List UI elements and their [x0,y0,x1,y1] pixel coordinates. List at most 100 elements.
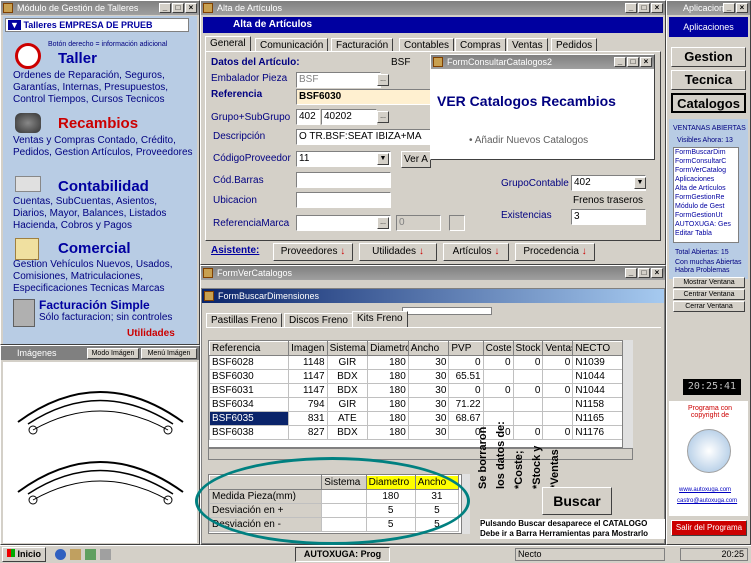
salir-button[interactable]: Salir del Programa [671,520,747,536]
close-button[interactable]: × [736,3,748,13]
referencia-field[interactable]: BSF6030 [296,89,431,105]
menu-imagen-button[interactable]: Menú Imágen [141,348,197,359]
column-header[interactable]: Ancho [407,341,450,356]
ventana-list-item[interactable]: AUTOXUGA: Ges [674,220,738,229]
column-header[interactable]: Coste [482,341,514,356]
tab-pedidos[interactable]: Pedidos [551,38,598,52]
ventana-list-item[interactable]: FormConsultarC [674,157,738,166]
descripcion-field[interactable]: O TR.BSF:SEAT IBIZA+MA [296,129,431,145]
tab-discos-freno[interactable]: Discos Freno [284,313,353,327]
ventana-list-item[interactable]: Módulo de Gest [674,202,738,211]
tab-comunicación[interactable]: Comunicación [255,38,329,52]
table-row[interactable]: BSF6028 1148 GIR 180 30 0 0 0 0 N1039 [209,355,622,370]
asistente-button-1[interactable]: Utilidades ↓ [359,243,437,261]
embalador-field[interactable]: BSF [296,72,381,88]
ventana-list-item[interactable]: FormGestionUt [674,211,738,220]
facturacion-title[interactable]: Facturación Simple [39,298,150,312]
ventana-list-item[interactable]: FormGestionRe [674,193,738,202]
start-button[interactable]: Inicio [2,547,46,562]
minimize-button[interactable]: _ [159,3,171,13]
results-scrollbar[interactable] [623,340,633,448]
tab-pastillas-freno[interactable]: Pastillas Freno [206,313,283,327]
utilidades-link[interactable]: Utilidades [127,328,175,339]
ventanas-list[interactable]: FormBuscarDim FormConsultarC FormVerCatalo… [673,147,739,243]
modo-imagen-button[interactable]: Modo Imágen [87,348,139,359]
close-button[interactable]: × [651,268,663,278]
taller-title[interactable]: Taller [58,50,97,67]
tool-icon[interactable] [100,549,111,560]
column-header[interactable]: Sistema [326,341,369,356]
recambios-icon[interactable] [15,113,41,133]
asistente-button-2[interactable]: Artículos ↓ [443,243,509,261]
ventana-list-item[interactable]: FormVerCatalog [674,166,738,175]
tecnica-button[interactable]: Tecnica [671,70,746,90]
column-header[interactable]: Ventas [542,341,574,356]
folder-icon[interactable] [70,549,81,560]
tab-contables[interactable]: Contables [399,38,455,52]
embalador-dropdown-icon[interactable]: ... [377,74,389,86]
asistente-button-0[interactable]: Proveedores ↓ [273,243,353,261]
maximize-button[interactable]: □ [627,57,639,67]
ventana-list-item[interactable]: Alta de Artículos [674,184,738,193]
close-button[interactable]: × [651,3,663,13]
refmarca-dropdown-icon[interactable]: ... [377,217,389,229]
clock-icon[interactable] [15,43,41,69]
ventana-action-1[interactable]: Centrar Ventana [673,289,745,300]
ver-button[interactable]: Ver A [401,151,431,168]
grupo-field[interactable]: 402 [296,109,320,125]
column-header[interactable]: PVP [448,341,484,356]
buscar-button[interactable]: Buscar [542,487,612,515]
tab-compras[interactable]: Compras [455,38,506,52]
minimize-button[interactable]: _ [614,57,626,67]
column-header[interactable]: Diametro [367,341,409,356]
close-button[interactable]: × [185,3,197,13]
contabilidad-icon[interactable] [15,176,41,192]
task-autoxuga[interactable]: AUTOXUGA: Prog [295,547,390,562]
recambios-title[interactable]: Recambios [58,115,138,132]
column-header[interactable]: Imagen [288,341,328,356]
existencias-label: Existencias [501,210,552,221]
grupo-dropdown-icon[interactable]: ... [377,111,389,123]
comercial-title[interactable]: Comercial [58,240,131,257]
minimize-button[interactable]: _ [625,268,637,278]
comercial-icon[interactable] [15,238,39,260]
minimize-button[interactable]: _ [625,3,637,13]
maximize-button[interactable]: □ [638,268,650,278]
column-header[interactable]: Stock [512,341,544,356]
facturacion-icon[interactable] [13,299,35,327]
gestion-button[interactable]: Gestion [671,47,746,67]
close-button[interactable]: × [640,57,652,67]
maximize-button[interactable]: □ [172,3,184,13]
ventana-action-0[interactable]: Mostrar Ventana [673,277,745,288]
codprov-dropdown-icon[interactable]: ▼ [377,153,389,165]
ubicacion-field[interactable] [296,192,391,208]
grupocontable-dropdown-icon[interactable]: ▼ [634,177,646,189]
contabilidad-title[interactable]: Contabilidad [58,178,149,195]
tab-ventas[interactable]: Ventas [507,38,548,52]
company-dropdown[interactable]: ▼ Talleres EMPRESA DE PRUEB [5,18,189,32]
website-link[interactable]: www.autoxuga.com [679,487,731,493]
anadir-catalogos-item[interactable]: • Añadir Nuevos Catalogos [469,135,588,146]
app-icon[interactable] [85,549,96,560]
browser-icon[interactable] [55,549,66,560]
tab-general[interactable]: General [205,36,251,52]
column-header[interactable]: NECTO [572,341,622,356]
recambios-description: Ventas y Compras Contado, Crédito, Pedid… [13,135,193,158]
ventana-list-item[interactable]: Editar Tabla [674,229,738,238]
tab-kits-freno[interactable]: Kits Freno [352,311,408,327]
tab-facturación[interactable]: Facturación [331,38,394,52]
asistente-button-3[interactable]: Procedencia ↓ [515,243,595,261]
minimize-button[interactable]: _ [723,3,735,13]
email-link[interactable]: castro@autoxuga.com [677,498,737,504]
catalogos-button[interactable]: Catalogos [671,93,746,113]
column-header[interactable]: Referencia [209,341,290,356]
refmarca-check[interactable] [449,215,465,231]
codbarras-field[interactable] [296,172,391,188]
ventana-list-item[interactable]: Aplicaciones [674,175,738,184]
table-row[interactable]: BSF6030 1147 BDX 180 30 65.51 N1044 [209,369,622,384]
ventana-action-2[interactable]: Cerrar Ventana [673,301,745,312]
ventana-list-item[interactable]: FormBuscarDim [674,148,738,157]
subgrupo-field[interactable]: 40202 [321,109,377,125]
maximize-button[interactable]: □ [638,3,650,13]
existencias-field[interactable]: 3 [571,209,646,225]
